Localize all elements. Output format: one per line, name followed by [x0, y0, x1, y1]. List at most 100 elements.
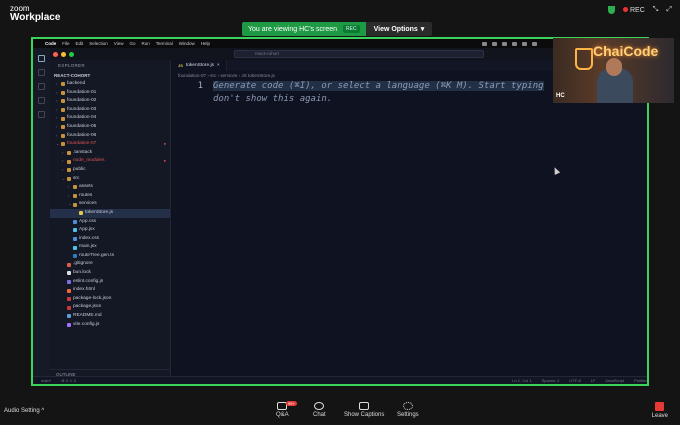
- extensions-icon[interactable]: [38, 111, 45, 118]
- menu-item-help[interactable]: Help: [201, 41, 210, 46]
- tree-file[interactable]: package-lock.json: [50, 295, 170, 304]
- qa-button[interactable]: 99+ Q&A: [276, 401, 297, 418]
- chevron-icon: ›: [56, 115, 58, 121]
- tree-folder[interactable]: › foundation-06: [50, 132, 170, 141]
- tree-folder[interactable]: › public: [50, 166, 170, 175]
- tree-file[interactable]: .gitignore: [50, 260, 170, 269]
- search-icon[interactable]: [38, 69, 45, 76]
- command-search-input[interactable]: react-cohort: [234, 50, 484, 58]
- status-tray-icon[interactable]: [532, 41, 537, 46]
- menu-item-edit[interactable]: Edit: [76, 41, 84, 46]
- tree-file[interactable]: bun.lock: [50, 269, 170, 278]
- status-item[interactable]: Spaces: 2: [542, 378, 560, 383]
- collapse-icon[interactable]: ⤡: [653, 6, 659, 14]
- webcam-tile[interactable]: ChaiCode HC: [553, 38, 674, 103]
- tree-file[interactable]: App.css: [50, 218, 170, 227]
- menu-item-selection[interactable]: Selection: [89, 41, 108, 46]
- menu-item-view[interactable]: View: [114, 41, 124, 46]
- tree-file[interactable]: main.jsx: [50, 243, 170, 252]
- tree-folder[interactable]: › foundation-04: [50, 114, 170, 123]
- status-item[interactable]: Prettier: [634, 378, 647, 383]
- menu-item-code[interactable]: Code: [45, 41, 56, 46]
- tree-item-label: backend: [67, 81, 86, 86]
- folder-icon: [61, 99, 65, 104]
- settings-button[interactable]: Settings: [397, 402, 419, 418]
- status-tray-icon[interactable]: [522, 41, 527, 46]
- status-tray-icon[interactable]: [502, 41, 507, 46]
- tree-folder[interactable]: › backend: [50, 80, 170, 89]
- tree-item-label: index.css: [79, 235, 99, 241]
- status-bar: main* ⊗ 0 ⚠ 0 Ln 1, Col 1 Spaces: 2 UTF-8 LF J…: [33, 376, 647, 384]
- status-item[interactable]: LF: [591, 378, 596, 383]
- tree-folder[interactable]: › foundation-05: [50, 123, 170, 132]
- status-item[interactable]: UTF-8: [569, 378, 580, 383]
- tree-file[interactable]: App.jsx: [50, 226, 170, 235]
- dismiss-hint[interactable]: don't show this again.: [213, 94, 332, 104]
- js-file-icon: JS: [178, 63, 183, 68]
- menu-item-terminal[interactable]: Terminal: [156, 41, 173, 46]
- status-item[interactable]: main*: [41, 378, 51, 383]
- menu-item-go[interactable]: Go: [129, 41, 135, 46]
- tree-file[interactable]: tokenStore.js: [50, 208, 170, 218]
- close-tab-icon[interactable]: ×: [217, 63, 220, 68]
- chevron-icon: ›: [62, 149, 64, 155]
- show-captions-button[interactable]: Show Captions: [344, 402, 384, 418]
- tree-item-label: services: [79, 201, 97, 207]
- menu-item-window[interactable]: Window: [179, 41, 195, 46]
- leave-button[interactable]: Leave: [652, 402, 668, 419]
- audio-setting-button[interactable]: Audio Setting ^: [4, 408, 44, 414]
- npm-file-icon: [67, 305, 71, 310]
- tree-folder[interactable]: ⌄ foundation-07 ●: [50, 140, 170, 149]
- menu-item-run[interactable]: Run: [142, 41, 150, 46]
- status-item[interactable]: ⊗ 0 ⚠ 0: [61, 378, 76, 383]
- tree-folder[interactable]: ⌄ src: [50, 175, 170, 184]
- status-item[interactable]: JavaScript: [605, 378, 624, 383]
- chat-button[interactable]: Chat: [313, 402, 326, 418]
- minimize-window-icon[interactable]: [61, 51, 66, 57]
- close-window-icon[interactable]: [53, 51, 58, 57]
- status-tray-icon[interactable]: [512, 41, 517, 46]
- maximize-window-icon[interactable]: [69, 51, 74, 57]
- tree-folder[interactable]: › .tanstack: [50, 149, 170, 158]
- tree-folder[interactable]: › node_modules ●: [50, 157, 170, 166]
- tree-file[interactable]: index.css: [50, 235, 170, 244]
- tree-folder[interactable]: ⌄ services: [50, 200, 170, 209]
- lock-file-icon: [67, 271, 71, 276]
- zoom-logo-line2: Workplace: [10, 12, 61, 23]
- explorer-icon[interactable]: [38, 55, 45, 62]
- chevron-icon: ›: [68, 192, 70, 198]
- tree-folder[interactable]: › routes: [50, 192, 170, 201]
- zoom-window: zoom Workplace You are viewing HC's scre…: [0, 0, 680, 425]
- status-tray-icon[interactable]: [492, 41, 497, 46]
- tree-folder[interactable]: › assets: [50, 183, 170, 192]
- tab-tokenstore[interactable]: JS tokenStore.js ×: [172, 60, 227, 71]
- menu-item-file[interactable]: File: [62, 41, 69, 46]
- tree-item-label: node_modules: [73, 158, 105, 164]
- status-item[interactable]: Ln 1, Col 1: [512, 378, 531, 383]
- tree-file[interactable]: routeTree.gen.ts: [50, 252, 170, 261]
- participant-name: HC: [556, 93, 565, 99]
- activity-bar: [33, 48, 50, 384]
- tree-folder[interactable]: › foundation-01: [50, 89, 170, 98]
- tree-item-label: main.jsx: [79, 244, 97, 250]
- fullscreen-icon[interactable]: ⤢: [666, 6, 672, 14]
- run-debug-icon[interactable]: [38, 97, 45, 104]
- status-tray-icon[interactable]: [482, 41, 487, 46]
- source-control-icon[interactable]: [38, 83, 45, 90]
- tree-item-label: package.json: [73, 304, 102, 310]
- folder-icon: [61, 125, 65, 130]
- tree-file[interactable]: eslint.config.js: [50, 278, 170, 287]
- tree-file[interactable]: vite.config.js: [50, 321, 170, 330]
- tree-folder[interactable]: › foundation-03: [50, 106, 170, 115]
- zoom-logo: zoom Workplace: [10, 4, 61, 23]
- tree-folder[interactable]: › foundation-02: [50, 97, 170, 106]
- root-folder[interactable]: REACT-COHORT: [50, 72, 170, 80]
- modified-dot-icon: ●: [163, 158, 166, 164]
- view-options-button[interactable]: View Options ▾: [365, 22, 433, 36]
- chevron-icon: ›: [56, 123, 58, 129]
- tree-file[interactable]: index.html: [50, 286, 170, 295]
- tree-file[interactable]: package.json: [50, 303, 170, 312]
- tree-file[interactable]: README.md: [50, 312, 170, 321]
- tree-item-label: foundation-01: [67, 89, 97, 95]
- modified-dot-icon: ●: [163, 141, 166, 147]
